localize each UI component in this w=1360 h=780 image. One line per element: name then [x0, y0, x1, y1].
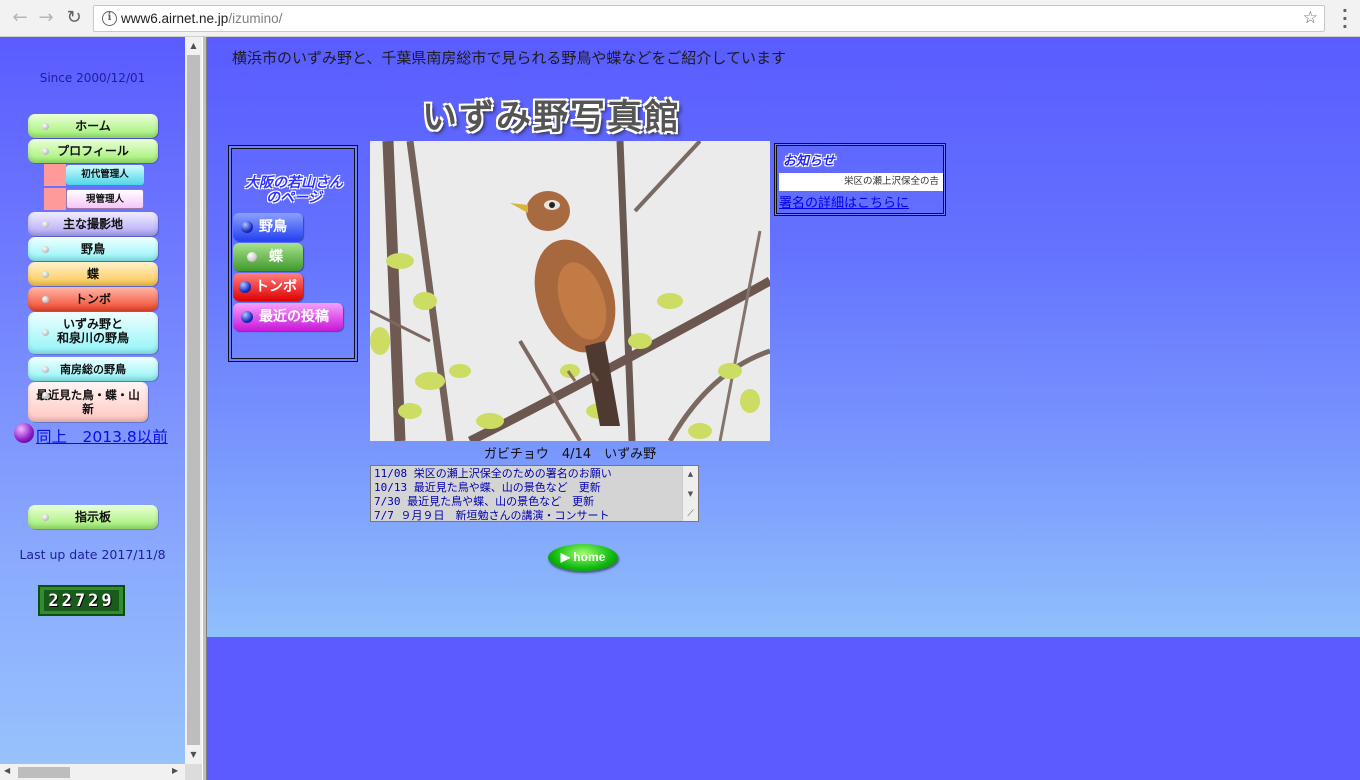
reload-icon[interactable]: ↻ — [62, 6, 86, 30]
wakayama-recent-button[interactable]: 最近の投稿 — [233, 303, 343, 331]
wakayama-title: 大阪の若山さん のページ — [245, 175, 343, 206]
left-nav-frame: Since 2000/12/01 ホーム プロフィール 初代管理人 現管理人 主… — [0, 37, 185, 780]
play-triangle-icon: ▶ — [560, 550, 570, 564]
scroll-down-icon[interactable]: ▼ — [683, 490, 698, 498]
nav-recent-button[interactable]: 最近見た鳥・蝶・山 新 — [28, 382, 148, 422]
visitor-counter: 22729 — [38, 585, 125, 616]
nav-dragonflies-button[interactable]: トンボ — [28, 287, 158, 311]
nav-locations-button[interactable]: 主な撮影地 — [28, 212, 158, 236]
bullet-icon — [42, 271, 49, 278]
nav-butterflies-button[interactable]: 蝶 — [28, 262, 158, 286]
left-vertical-scrollbar[interactable]: ▲ ▼ — [185, 37, 202, 764]
site-title-logo: いずみ野写真館 — [422, 98, 682, 138]
bookmark-star-icon[interactable]: ☆ — [1303, 8, 1318, 28]
petition-details-link[interactable]: 署名の詳細はこちらに — [779, 192, 909, 211]
info-icon[interactable]: i — [102, 11, 117, 26]
nav-profile-button[interactable]: プロフィール — [28, 139, 158, 163]
purple-orb-icon — [14, 423, 34, 443]
scroll-up-icon[interactable]: ▲ — [683, 470, 698, 478]
back-arrow-icon[interactable]: ← — [8, 6, 32, 30]
scroll-up-icon[interactable]: ▲ — [185, 41, 202, 50]
nav-birds-button[interactable]: 野鳥 — [28, 237, 158, 261]
nav-current-admin-button[interactable]: 現管理人 — [44, 188, 144, 210]
news-line: 10/13 最近見た鳥や蝶、山の景色など 更新 — [374, 481, 601, 494]
nav-minamiboso-birds-button[interactable]: 南房総の野鳥 — [28, 357, 158, 381]
nav-izumino-birds-button[interactable]: いずみ野と 和泉川の野鳥 — [28, 312, 158, 354]
ball-icon — [247, 252, 257, 262]
bullet-icon — [42, 392, 49, 399]
browser-menu-icon[interactable]: · · · — [1342, 3, 1348, 35]
bullet-icon — [42, 514, 49, 521]
nav-home-button[interactable]: ホーム — [28, 114, 158, 138]
home-button[interactable]: ▶ home — [548, 544, 618, 571]
resize-grip-icon[interactable]: ⟋ — [683, 509, 698, 519]
bullet-icon — [42, 329, 49, 336]
hwamei-bird-image — [370, 141, 770, 441]
nav-first-admin-button[interactable]: 初代管理人 — [44, 164, 144, 186]
scroll-thumb[interactable] — [187, 55, 200, 745]
scroll-right-icon[interactable]: ▶ — [172, 766, 178, 775]
forward-arrow-icon[interactable]: → — [34, 6, 58, 30]
wakayama-birds-button[interactable]: 野鳥 — [233, 213, 303, 241]
bullet-icon — [42, 148, 49, 155]
nav-board-button[interactable]: 指示板 — [28, 505, 158, 529]
main-content-frame: 横浜市のいずみ野と、千葉県南房総市で見られる野鳥や蝶などをご紹介しています いず… — [207, 37, 1360, 780]
url-text[interactable]: www6.airnet.ne.jp/izumino/ — [121, 11, 282, 26]
site-tagline: 横浜市のいずみ野と、千葉県南房総市で見られる野鳥や蝶などをご紹介しています — [232, 49, 786, 67]
bullet-icon — [42, 221, 49, 228]
since-date: Since 2000/12/01 — [39, 71, 146, 85]
same-before-link[interactable]: 同上 2013.8以前 — [36, 425, 168, 447]
wakayama-panel: 大阪の若山さん のページ 野鳥 蝶 トンボ 最近の投稿 — [228, 145, 358, 362]
wakayama-butterflies-button[interactable]: 蝶 — [233, 243, 303, 271]
wakayama-dragonflies-button[interactable]: トンボ — [233, 273, 303, 301]
notice-label: お知らせ — [783, 154, 835, 169]
ball-icon — [241, 311, 253, 323]
bullet-icon — [42, 123, 49, 130]
scroll-down-icon[interactable]: ▼ — [185, 750, 202, 759]
scroll-left-icon[interactable]: ◀ — [4, 766, 10, 775]
photo-caption: ガビチョウ 4/14 いずみ野 — [483, 447, 657, 462]
browser-toolbar: ← → ↻ i www6.airnet.ne.jp/izumino/ ☆ · · · — [0, 0, 1360, 37]
address-bar[interactable]: i www6.airnet.ne.jp/izumino/ ☆ — [93, 5, 1325, 32]
news-line: 11/08 栄区の瀬上沢保全のための署名のお願い — [374, 467, 612, 480]
left-horizontal-scrollbar[interactable]: ◀ ▶ — [0, 764, 185, 780]
news-line: 7/7 ９月９日 新垣勉さんの講演・コンサート — [374, 509, 610, 522]
news-scrollbar[interactable]: ▲ ▼ ⟋ — [682, 466, 698, 521]
notice-panel: お知らせ 栄区の瀬上沢保全の𠮷 署名の詳細はこちらに — [774, 143, 946, 216]
news-textarea[interactable]: 11/08 栄区の瀬上沢保全のための署名のお願い 10/13 最近見た鳥や蝶、山… — [370, 465, 699, 522]
last-update: Last up date 2017/11/8 — [19, 547, 166, 562]
ball-icon — [239, 281, 251, 293]
ball-icon — [241, 221, 253, 233]
hscroll-thumb[interactable] — [18, 767, 70, 778]
notice-marquee: 栄区の瀬上沢保全の𠮷 — [779, 173, 943, 191]
news-line: 7/30 最近見た鳥や蝶、山の景色など 更新 — [374, 495, 595, 508]
bullet-icon — [42, 366, 49, 373]
bullet-icon — [42, 246, 49, 253]
bird-photo — [370, 141, 770, 441]
bullet-icon — [42, 296, 49, 303]
